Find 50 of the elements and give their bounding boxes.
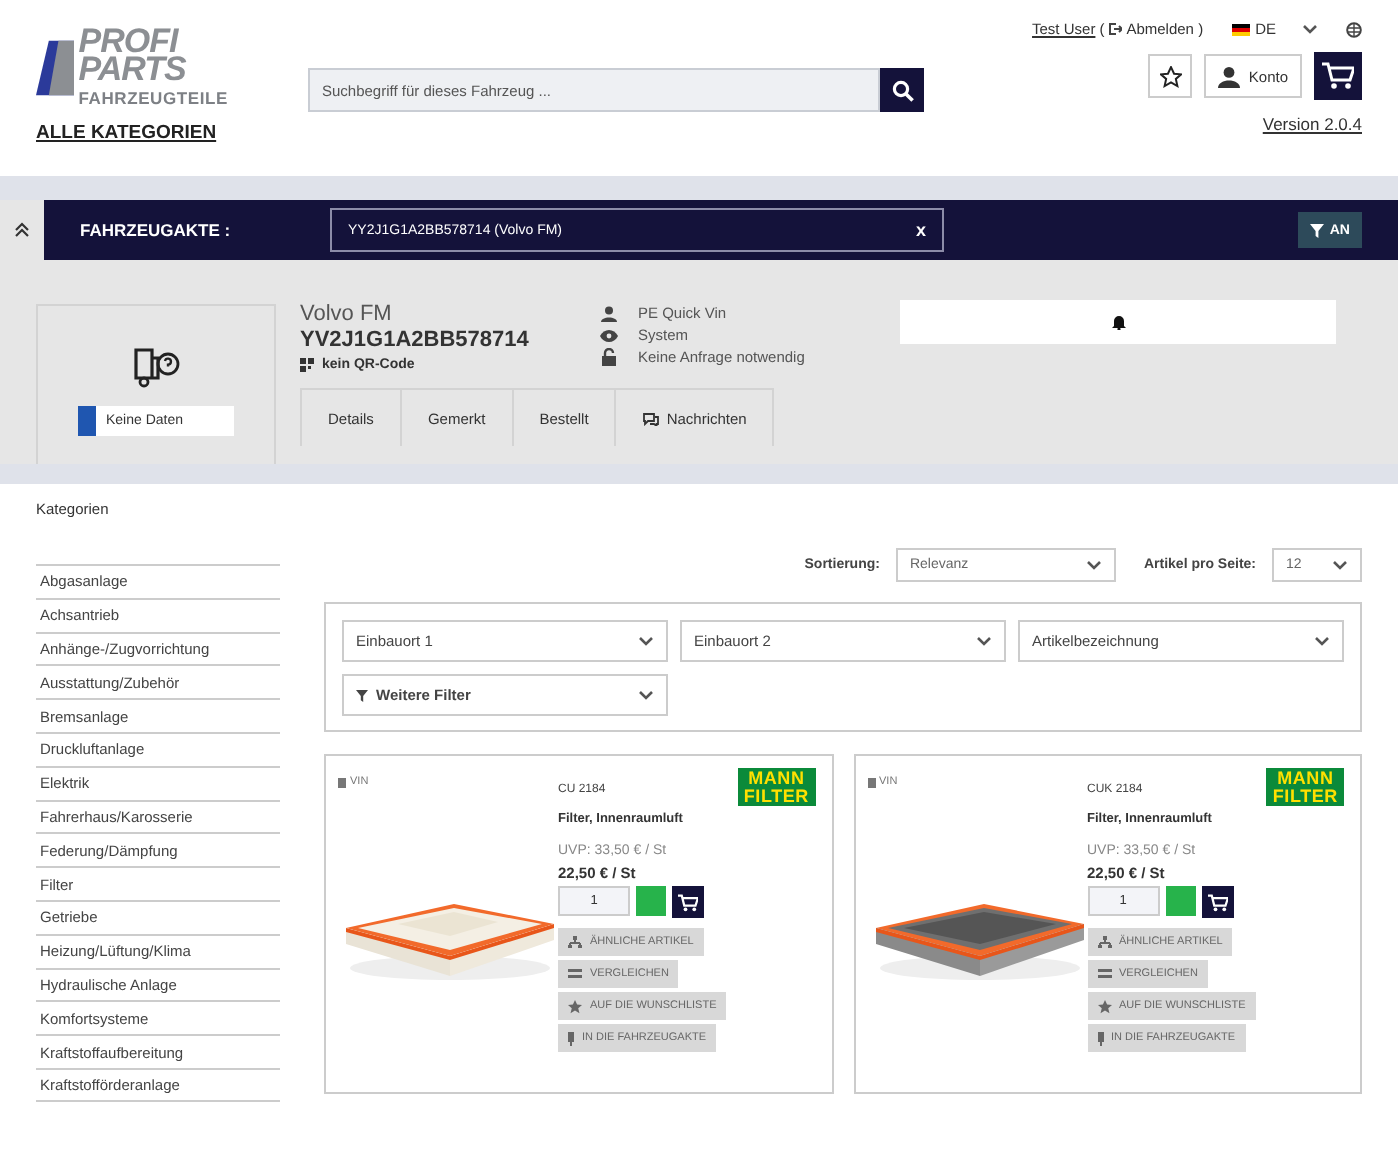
user-icon — [600, 305, 618, 321]
cart-icon — [1322, 62, 1354, 90]
logout-icon — [1108, 22, 1123, 36]
star-icon — [1097, 999, 1111, 1013]
search-button[interactable] — [880, 68, 924, 112]
globe-icon[interactable] — [1346, 21, 1362, 37]
user-icon — [1218, 65, 1241, 87]
logo: PROFI PARTS FAHRZEUGTEILE — [36, 28, 228, 107]
qr-icon — [300, 358, 314, 372]
chevron-icon — [638, 690, 654, 700]
brand-logo: MANN FILTER — [1266, 768, 1344, 807]
star-icon — [568, 999, 582, 1013]
cart-icon — [678, 893, 698, 911]
hierarchy-icon — [1097, 936, 1111, 948]
star-icon — [1159, 65, 1182, 87]
hierarchy-icon — [568, 936, 582, 948]
brand-logo: MANN FILTER — [737, 768, 815, 807]
filter-icon — [1309, 223, 1324, 237]
chevron-icon — [1332, 560, 1348, 570]
vehicle-vin: YV2J1G1A2BB578714 — [300, 328, 531, 352]
list-icon — [1097, 968, 1111, 980]
chevron-icon — [1085, 560, 1102, 570]
document-icon — [867, 777, 875, 787]
vehicle-file-label: FAHRZEUGAKTE : — [80, 220, 233, 240]
list-icon — [568, 968, 582, 980]
double-chevron-icon — [14, 222, 30, 238]
truck-unknown-icon — [132, 346, 180, 390]
chevron-icon — [1302, 24, 1318, 34]
collapse-button[interactable] — [0, 200, 44, 260]
favorites-button[interactable] — [1148, 54, 1193, 98]
pin-icon — [1097, 1031, 1103, 1045]
chevron-icon — [638, 636, 654, 646]
pin-icon — [568, 1031, 574, 1045]
flag-icon — [1231, 23, 1250, 35]
search-icon — [891, 79, 913, 101]
chat-icon — [642, 411, 661, 425]
lock-icon — [600, 348, 618, 366]
cart-icon — [1207, 893, 1227, 911]
add-to-cart-button[interactable] — [672, 886, 704, 918]
bell-icon — [1111, 314, 1125, 330]
chevron-icon — [1314, 636, 1330, 646]
vehicle-model: Volvo FM — [300, 302, 394, 326]
document-icon — [338, 777, 346, 787]
chevron-icon — [976, 636, 992, 646]
filter-icon — [356, 689, 368, 701]
all-categories-link[interactable]: ALLE KATEGORIEN — [36, 122, 228, 145]
add-to-cart-button[interactable] — [1201, 886, 1233, 918]
cart-button[interactable] — [1314, 52, 1362, 100]
eye-icon — [600, 329, 618, 341]
version-link[interactable]: Version 2.0.4 — [1262, 114, 1362, 134]
